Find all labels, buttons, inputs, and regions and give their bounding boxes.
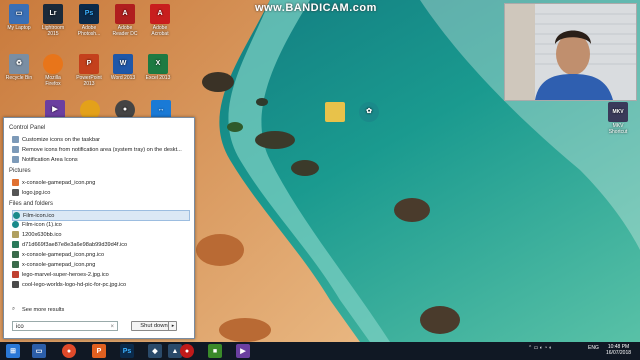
taskbar-app-computer[interactable]: ▭ bbox=[32, 344, 46, 358]
result-file[interactable]: 1200x630bb.ico bbox=[12, 230, 188, 239]
section-pictures: Pictures bbox=[9, 168, 31, 174]
ico-file-icon bbox=[12, 241, 19, 248]
start-menu: Control Panel Customize icons on the tas… bbox=[3, 117, 195, 339]
clear-search-icon[interactable]: × bbox=[110, 322, 114, 332]
desktop-icon-adobe-reader[interactable]: A Adobe Reader DC bbox=[110, 4, 140, 37]
ico-file-icon bbox=[12, 271, 19, 278]
desktop-icon-folder[interactable] bbox=[320, 102, 350, 123]
ico-file-icon bbox=[12, 251, 19, 258]
word-icon: W bbox=[113, 54, 133, 74]
desktop-icon-mkv[interactable]: MKV MKV Shortcut bbox=[603, 102, 633, 135]
desktop-icon-adobe-acrobat[interactable]: A Adobe Acrobat bbox=[145, 4, 175, 37]
taskbar-chrome[interactable]: ● bbox=[62, 344, 76, 358]
control-panel-icon bbox=[12, 156, 19, 163]
desktop-icon-firefox[interactable]: Mozilla Firefox bbox=[38, 54, 68, 87]
webcam-overlay bbox=[504, 3, 637, 101]
result-customize-taskbar-icons[interactable]: Customize icons on the taskbar bbox=[12, 135, 188, 144]
bandicam-watermark: www.BANDICAM.com bbox=[255, 2, 377, 14]
result-file[interactable]: cool-lego-worlds-logo-hd-pic-for-pc.jpg.… bbox=[12, 280, 188, 289]
taskbar-bandicam[interactable]: ● bbox=[180, 344, 194, 358]
acrobat-icon: A bbox=[115, 4, 135, 24]
search-icon: ⌕ bbox=[12, 306, 16, 312]
control-panel-icon bbox=[12, 136, 19, 143]
ico-file-icon bbox=[12, 189, 19, 196]
taskbar-powerpoint[interactable]: P bbox=[92, 344, 106, 358]
result-file[interactable]: x-console-gamepad_icon.png.ico bbox=[12, 250, 188, 259]
section-control-panel: Control Panel bbox=[9, 125, 46, 131]
ico-file-icon bbox=[12, 281, 19, 288]
recycle-bin-icon: ♻ bbox=[9, 54, 29, 74]
taskbar: ⊞ ▭ ● P Ps ◆ ▲ ● ■ ▶ ⌃ ▭ ◐ ◔ ◖ ENG 10:48… bbox=[0, 342, 640, 360]
result-file[interactable]: x-console-gamepad_icon.png bbox=[12, 260, 188, 269]
windows-start-button[interactable]: ⊞ bbox=[6, 344, 20, 358]
desktop-icon-recycle-bin[interactable]: ♻ Recycle Bin bbox=[4, 54, 34, 81]
desktop-icon-powerpoint[interactable]: P PowerPoint 2013 bbox=[74, 54, 104, 87]
image-file-icon bbox=[12, 179, 19, 186]
desktop-icon-photoshop[interactable]: Ps Adobe Photosh... bbox=[74, 4, 104, 37]
result-notification-area-icons[interactable]: Notification Area Icons bbox=[12, 155, 188, 164]
powerpoint-icon: P bbox=[79, 54, 99, 74]
acrobat-pro-icon: A bbox=[150, 4, 170, 24]
ico-file-icon bbox=[12, 231, 19, 238]
taskbar-app[interactable]: ◆ bbox=[148, 344, 162, 358]
clock[interactable]: 10:48 PM 16/07/2018 bbox=[606, 344, 631, 356]
desktop-icon-film[interactable]: ✿ bbox=[354, 102, 384, 123]
desktop-icon-excel[interactable]: X Excel 2013 bbox=[143, 54, 173, 81]
language-indicator[interactable]: ENG bbox=[588, 345, 599, 351]
result-file[interactable]: Film-icon (1).ico bbox=[12, 220, 188, 229]
result-picture[interactable]: x-console-gamepad_icon.png bbox=[12, 178, 188, 187]
start-search-input[interactable]: ico × bbox=[12, 321, 118, 331]
result-file[interactable]: d71d669f3ae87e8e3a6e98ab99d39d4f.ico bbox=[12, 240, 188, 249]
folder-icon bbox=[325, 102, 345, 122]
section-files-and-folders: Files and folders bbox=[9, 201, 54, 207]
firefox-icon bbox=[43, 54, 63, 74]
control-panel-icon bbox=[12, 146, 19, 153]
photoshop-icon: Ps bbox=[79, 4, 99, 24]
excel-icon: X bbox=[148, 54, 168, 74]
desktop-icon-lightroom[interactable]: Lr Lightroom 2015 bbox=[38, 4, 68, 37]
desktop-icon-my-laptop[interactable]: ▭ My Laptop bbox=[4, 4, 34, 31]
film-file-icon bbox=[13, 212, 20, 219]
film-icon: ✿ bbox=[359, 102, 379, 122]
tray-icons[interactable]: ⌃ ▭ ◐ ◔ ◖ bbox=[528, 345, 552, 351]
taskbar-photoshop[interactable]: Ps bbox=[120, 344, 134, 358]
desktop-icon-word[interactable]: W Word 2013 bbox=[108, 54, 138, 81]
film-file-icon bbox=[12, 221, 19, 228]
result-file[interactable]: lego-marvel-super-heroes-2.jpg.ico bbox=[12, 270, 188, 279]
webcam-person-image bbox=[505, 4, 636, 100]
laptop-icon: ▭ bbox=[9, 4, 29, 24]
taskbar-minecraft[interactable]: ■ bbox=[208, 344, 222, 358]
image-file-icon bbox=[12, 261, 19, 268]
result-remove-tray-icons[interactable]: Remove icons from notification area (sys… bbox=[12, 145, 188, 154]
shutdown-options-arrow[interactable]: ▸ bbox=[168, 321, 177, 331]
see-more-results-link[interactable]: ⌕ See more results bbox=[12, 305, 188, 314]
mkv-icon: MKV bbox=[608, 102, 628, 122]
lightroom-icon: Lr bbox=[43, 4, 63, 24]
result-picture[interactable]: logo.jpg.ico bbox=[12, 188, 188, 197]
taskbar-visual-studio[interactable]: ▶ bbox=[236, 344, 250, 358]
